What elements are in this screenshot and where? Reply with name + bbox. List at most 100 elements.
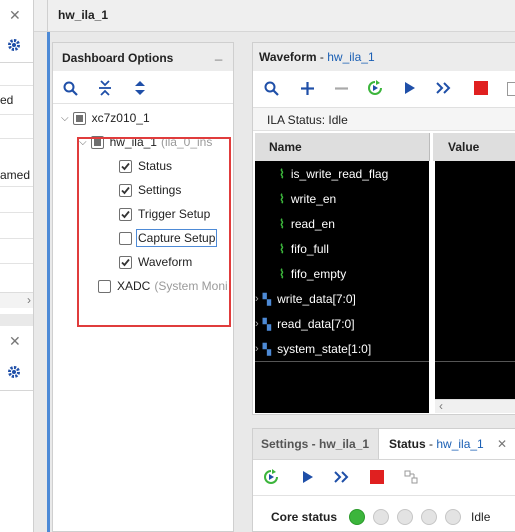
left-divider-8 xyxy=(0,263,33,264)
device-checkbox[interactable] xyxy=(72,111,86,125)
waveform-title: Waveform xyxy=(259,50,317,64)
scroll-left-icon[interactable]: ‹ xyxy=(439,399,443,413)
bit-signal-icon: ⌇ xyxy=(279,167,285,181)
bit-signal-icon: ⌇ xyxy=(279,267,285,281)
run-immediate-icon[interactable] xyxy=(433,78,453,98)
signal-name: is_write_read_flag xyxy=(290,167,389,181)
run-immediate-icon[interactable] xyxy=(331,467,351,487)
minimize-button[interactable]: _ xyxy=(215,46,222,61)
remove-icon[interactable] xyxy=(331,78,351,98)
signal-row[interactable]: › ▚ read_data[7:0] xyxy=(255,313,355,335)
chevron-down-icon[interactable]: ⌵ xyxy=(61,113,69,124)
bit-signal-icon: ⌇ xyxy=(279,217,285,231)
device-label: xc7z010_1 xyxy=(91,111,150,125)
export-icon[interactable] xyxy=(401,467,421,487)
left-divider-4 xyxy=(0,138,33,139)
dashboard-title: Dashboard Options xyxy=(62,51,174,65)
run-trigger-icon[interactable] xyxy=(297,467,317,487)
horizontal-scrollbar[interactable]: › xyxy=(0,292,33,308)
signal-row[interactable]: ⌇ is_write_read_flag xyxy=(265,163,388,185)
value-horizontal-scrollbar[interactable]: ‹ xyxy=(435,399,515,413)
signal-name: fifo_empty xyxy=(290,267,347,281)
signal-row[interactable]: ⌇ read_en xyxy=(265,213,335,235)
tab-status-link[interactable]: hw_ila_1 xyxy=(436,437,483,451)
close-icon[interactable]: ✕ xyxy=(9,333,21,350)
signal-row[interactable]: › ▚ system_state[1:0] xyxy=(255,338,371,360)
toolbar-divider xyxy=(253,495,515,496)
status-indicator xyxy=(445,509,462,525)
status-indicator-active xyxy=(349,509,366,525)
row-divider xyxy=(435,361,515,362)
stop-icon[interactable] xyxy=(471,78,491,98)
bus-signal-icon: ▚ xyxy=(262,293,272,306)
signal-name: read_data[7:0] xyxy=(277,317,355,331)
stop-icon[interactable] xyxy=(367,467,387,487)
tab-settings[interactable]: Settings - hw_ila_1 xyxy=(253,429,379,459)
chevron-right-icon[interactable]: › xyxy=(255,343,259,355)
expand-all-icon[interactable] xyxy=(130,78,150,98)
ila-status-group: ILA Status: Idle xyxy=(267,113,348,127)
core-status-row: Core status Idle xyxy=(271,507,490,527)
toolbar-overflow-icon[interactable] xyxy=(507,82,515,96)
left-divider-2 xyxy=(0,85,33,86)
signal-row[interactable]: ⌇ fifo_full xyxy=(265,238,329,260)
waveform-title-link[interactable]: hw_ila_1 xyxy=(327,50,374,64)
signal-row[interactable]: ⌇ write_en xyxy=(265,188,336,210)
tab-settings-label: Settings - hw_ila_1 xyxy=(261,437,370,451)
name-column-header[interactable]: Name xyxy=(255,133,430,161)
panel-gap xyxy=(0,314,33,326)
title-divider xyxy=(47,0,48,32)
left-divider-6 xyxy=(0,212,33,213)
tab-underline xyxy=(253,459,515,460)
tab-status[interactable]: Status - hw_ila_1 ✕ xyxy=(381,429,515,459)
signal-name: write_en xyxy=(290,192,337,206)
run-trigger-immediate-icon[interactable] xyxy=(261,467,281,487)
tab-status-group: Status - hw_ila_1 xyxy=(389,437,484,451)
signal-name-list: ⌇ is_write_read_flag ⌇ write_en ⌇ read_en ⌇… xyxy=(255,161,429,413)
signal-name: system_state[1:0] xyxy=(277,342,372,356)
chevron-right-icon[interactable]: › xyxy=(255,293,259,305)
ila-status-label: ILA Status: xyxy=(267,113,326,127)
dashboard-options-panel: Dashboard Options _ ⌵ xc7z010_1 ⌵ hw_ila… xyxy=(52,42,234,532)
tree-item-device[interactable]: ⌵ xc7z010_1 xyxy=(61,108,150,128)
value-header-label: Value xyxy=(448,140,480,154)
active-panel-border xyxy=(47,32,50,532)
left-divider-5 xyxy=(0,186,33,187)
title-separator: - xyxy=(316,50,328,64)
row-divider xyxy=(255,361,429,362)
status-indicator xyxy=(421,509,438,525)
left-divider-3 xyxy=(0,114,33,115)
status-panel: Settings - hw_ila_1 Status - hw_ila_1 ✕ … xyxy=(252,428,515,532)
left-divider-1 xyxy=(0,62,33,63)
search-icon[interactable] xyxy=(261,78,281,98)
close-icon[interactable]: ✕ xyxy=(9,7,21,24)
toolbar-divider xyxy=(53,103,233,104)
tab-status-sep: - xyxy=(425,437,437,451)
gear-icon[interactable] xyxy=(7,38,21,52)
waveform-panel: Waveform - hw_ila_1 ILA Status: Idle Nam… xyxy=(252,42,515,415)
core-status-value: Idle xyxy=(471,510,491,524)
bit-signal-icon: ⌇ xyxy=(279,192,285,206)
scroll-right-icon[interactable]: › xyxy=(27,293,31,307)
signal-name: read_en xyxy=(290,217,335,231)
search-icon[interactable] xyxy=(60,78,80,98)
signal-row[interactable]: ⌇ fifo_empty xyxy=(265,263,346,285)
collapse-all-icon[interactable] xyxy=(95,78,115,98)
signal-value-list xyxy=(435,161,515,399)
chevron-right-icon[interactable]: › xyxy=(255,318,259,330)
signal-row[interactable]: › ▚ write_data[7:0] xyxy=(255,288,356,310)
value-column-header[interactable]: Value xyxy=(433,133,515,161)
gear-icon[interactable] xyxy=(7,365,21,379)
status-indicator xyxy=(397,509,414,525)
signal-name: write_data[7:0] xyxy=(277,292,356,306)
run-trigger-icon[interactable] xyxy=(399,78,419,98)
run-trigger-immediate-icon[interactable] xyxy=(365,78,385,98)
close-icon[interactable]: ✕ xyxy=(497,437,507,451)
bus-signal-icon: ▚ xyxy=(262,343,272,356)
status-indicator xyxy=(373,509,390,525)
ila-status-bar: ILA Status: Idle xyxy=(253,107,515,131)
left-divider-7 xyxy=(0,238,33,239)
dashboard-header: Dashboard Options _ xyxy=(53,43,233,71)
highlight-box xyxy=(77,137,231,327)
add-icon[interactable] xyxy=(297,78,317,98)
